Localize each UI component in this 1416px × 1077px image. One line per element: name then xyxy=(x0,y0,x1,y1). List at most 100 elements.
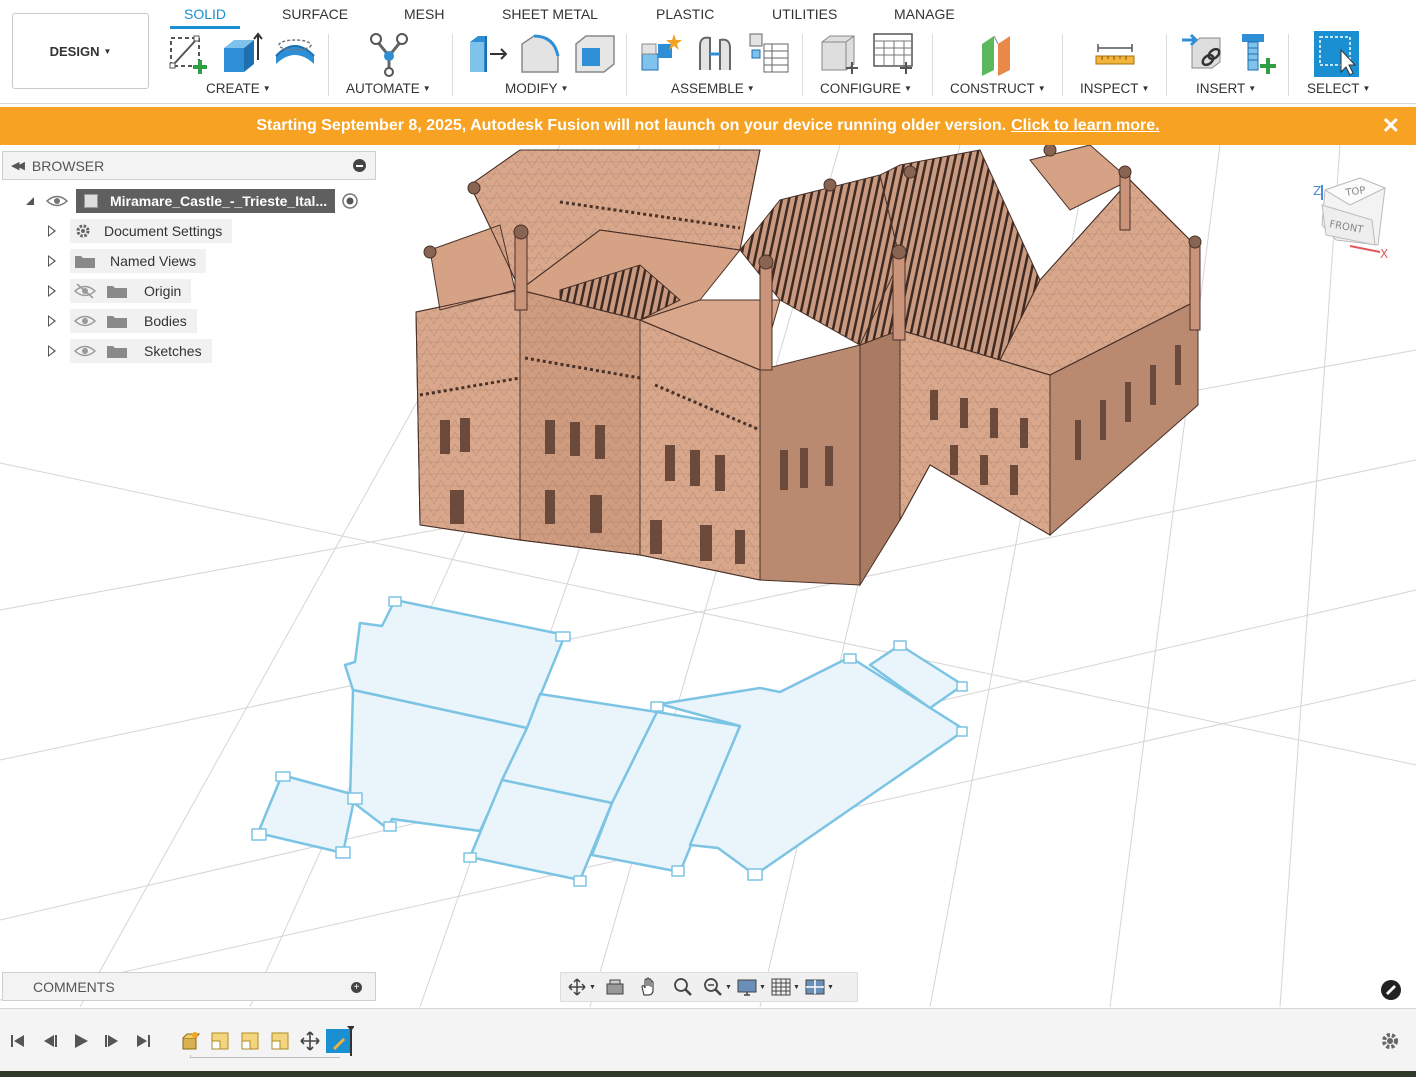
visibility-eye-icon[interactable] xyxy=(74,343,96,359)
inspect-menu[interactable]: INSPECT ▼ xyxy=(1080,81,1149,96)
tree-node[interactable]: Named Views xyxy=(70,249,207,273)
viewcube[interactable]: TOP FRONT Z X xyxy=(1313,177,1388,261)
tab-mesh[interactable]: MESH xyxy=(404,6,444,22)
expanded-triangle-icon[interactable] xyxy=(24,195,36,207)
viewports-button[interactable]: ▼ xyxy=(803,974,835,1000)
tab-sheet-metal[interactable]: SHEET METAL xyxy=(502,6,598,22)
modify-menu[interactable]: MODIFY ▼ xyxy=(505,81,568,96)
timeline-feature-body-2[interactable] xyxy=(240,1031,260,1051)
configuration-table-icon[interactable] xyxy=(870,30,916,78)
press-pull-icon[interactable] xyxy=(464,30,510,78)
visibility-eye-icon[interactable] xyxy=(46,193,68,209)
step-back-button[interactable] xyxy=(40,1031,60,1051)
chevron-down-icon: ▼ xyxy=(589,983,596,991)
bill-of-materials-icon[interactable] xyxy=(746,30,792,78)
new-component-icon[interactable] xyxy=(638,30,684,78)
tree-node[interactable]: Sketches xyxy=(70,339,212,363)
browser-root-row[interactable]: Miramare_Castle_-_Trieste_Ital... xyxy=(24,188,359,214)
measure-icon[interactable] xyxy=(1092,30,1138,78)
timeline-feature-move[interactable] xyxy=(300,1031,320,1051)
shell-icon[interactable] xyxy=(572,30,618,78)
look-at-button[interactable] xyxy=(599,974,631,1000)
extrude-icon[interactable] xyxy=(218,30,264,78)
gear-icon xyxy=(76,224,90,238)
insert-mcmaster-icon[interactable] xyxy=(1234,30,1280,78)
revolve-icon[interactable] xyxy=(272,30,318,78)
timeline-feature-body-1[interactable] xyxy=(210,1031,230,1051)
automate-icon[interactable] xyxy=(366,30,412,78)
insert-derive-icon[interactable] xyxy=(1180,30,1226,78)
activate-radio-icon[interactable] xyxy=(341,192,359,210)
automate-menu[interactable]: AUTOMATE ▼ xyxy=(346,81,431,96)
insert-menu[interactable]: INSERT ▼ xyxy=(1196,81,1256,96)
tree-node[interactable]: Origin xyxy=(70,279,192,303)
visibility-eye-icon[interactable] xyxy=(74,313,96,329)
create-menu[interactable]: CREATE ▼ xyxy=(206,81,271,96)
assemble-label: ASSEMBLE xyxy=(671,81,744,96)
tab-surface[interactable]: SURFACE xyxy=(282,6,348,22)
fit-button[interactable]: ▼ xyxy=(701,974,733,1000)
timeline-settings-gear-icon[interactable] xyxy=(1379,1030,1401,1052)
expand-triangle-icon[interactable] xyxy=(48,345,56,357)
select-icon[interactable] xyxy=(1313,30,1360,78)
fillet-icon[interactable] xyxy=(518,30,564,78)
grid-icon xyxy=(771,978,791,996)
collapse-panel-icon[interactable]: ◀◀ xyxy=(11,159,25,172)
timeline-feature-mesh[interactable] xyxy=(180,1031,200,1051)
tab-plastic[interactable]: PLASTIC xyxy=(656,6,714,22)
learn-more-link[interactable]: Click to learn more. xyxy=(1011,117,1160,135)
zoom-button[interactable] xyxy=(667,974,699,1000)
workspace-switcher-button[interactable]: DESIGN ▼ xyxy=(12,13,149,89)
browser-item-origin[interactable]: Origin xyxy=(48,278,192,304)
play-button[interactable] xyxy=(71,1031,91,1051)
model-canvas[interactable]: TOP FRONT Z X xyxy=(0,145,1416,1007)
joint-icon[interactable] xyxy=(692,30,738,78)
feedback-icon[interactable] xyxy=(1380,979,1402,1001)
assemble-menu[interactable]: ASSEMBLE ▼ xyxy=(671,81,755,96)
create-sketch-icon[interactable] xyxy=(166,30,212,78)
configure-menu[interactable]: CONFIGURE ▼ xyxy=(820,81,912,96)
tab-utilities[interactable]: UTILITIES xyxy=(772,6,837,22)
orbit-icon xyxy=(568,978,586,996)
expand-triangle-icon[interactable] xyxy=(48,225,56,237)
minimize-icon[interactable] xyxy=(353,159,366,172)
go-to-start-button[interactable] xyxy=(8,1031,28,1051)
tree-node[interactable]: Document Settings xyxy=(70,219,233,243)
timeline-track xyxy=(190,1055,340,1058)
construct-menu[interactable]: CONSTRUCT ▼ xyxy=(950,81,1046,96)
timeline-feature-body-3[interactable] xyxy=(270,1031,290,1051)
chevron-down-icon: ▼ xyxy=(725,983,732,991)
select-menu[interactable]: SELECT ▼ xyxy=(1307,81,1370,96)
step-forward-button[interactable] xyxy=(102,1031,122,1051)
root-component[interactable]: Miramare_Castle_-_Trieste_Ital... xyxy=(76,189,336,213)
tree-label: Origin xyxy=(144,283,182,299)
multiple-views-icon xyxy=(805,979,825,995)
configure-icon[interactable] xyxy=(816,30,862,78)
tree-node[interactable]: Bodies xyxy=(70,309,197,333)
expand-triangle-icon[interactable] xyxy=(48,285,56,297)
grid-settings-button[interactable]: ▼ xyxy=(769,974,801,1000)
browser-item-named-views[interactable]: Named Views xyxy=(48,248,207,274)
browser-item-document-settings[interactable]: Document Settings xyxy=(48,218,233,244)
tab-solid[interactable]: SOLID xyxy=(184,6,226,22)
visibility-hidden-icon[interactable] xyxy=(74,283,96,299)
offset-plane-icon[interactable] xyxy=(976,30,1022,78)
comments-panel[interactable]: COMMENTS + xyxy=(2,972,376,1001)
expand-triangle-icon[interactable] xyxy=(48,315,56,327)
insert-label: INSERT xyxy=(1196,81,1246,96)
browser-item-bodies[interactable]: Bodies xyxy=(48,308,197,334)
orbit-button[interactable]: ▼ xyxy=(565,974,597,1000)
z-axis-label: Z xyxy=(1313,184,1321,198)
timeline-feature-sketch[interactable] xyxy=(326,1026,355,1056)
chevron-down-icon: ▼ xyxy=(759,983,766,991)
display-settings-button[interactable]: ▼ xyxy=(735,974,767,1000)
browser-item-sketches[interactable]: Sketches xyxy=(48,338,212,364)
3d-viewport[interactable]: TOP FRONT Z X xyxy=(0,145,1416,1007)
expand-triangle-icon[interactable] xyxy=(48,255,56,267)
browser-header[interactable]: ◀◀ BROWSER xyxy=(2,151,376,180)
pan-button[interactable] xyxy=(633,974,665,1000)
close-icon[interactable]: ✕ xyxy=(1382,113,1400,139)
add-comment-icon[interactable]: + xyxy=(351,982,362,993)
go-to-end-button[interactable] xyxy=(133,1031,153,1051)
tab-manage[interactable]: MANAGE xyxy=(894,6,955,22)
